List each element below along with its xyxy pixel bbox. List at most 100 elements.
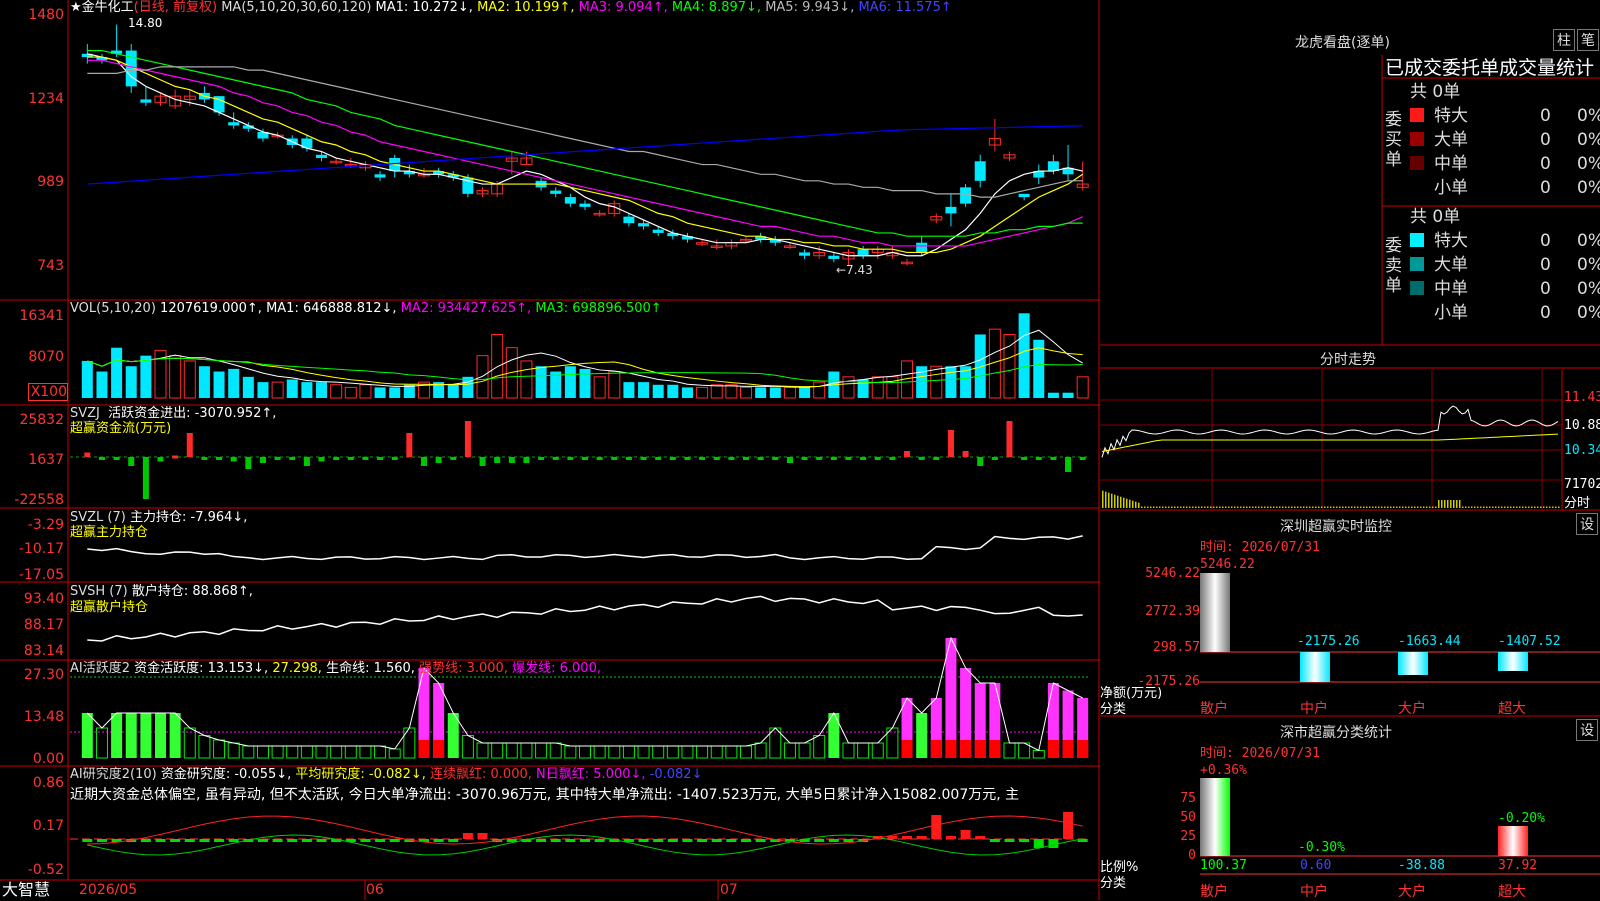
stock-title[interactable]: ★金牛化工 <box>70 0 134 15</box>
volume-bar <box>638 382 650 398</box>
order-pct: 0% <box>1577 231 1600 251</box>
fenshi-vol-bar <box>1219 506 1221 508</box>
ai2-bar <box>594 839 605 842</box>
fenshi-vol-bar <box>1360 506 1362 508</box>
sz1-settings-button[interactable]: 设 <box>1576 513 1598 535</box>
ai1-bar <box>549 742 562 759</box>
brand-label[interactable]: 大智慧 <box>2 880 50 900</box>
fenshi-vol-bar <box>1477 506 1479 508</box>
fenshi-vol-bar <box>1312 506 1314 508</box>
fenshi-vol-bar <box>1354 506 1356 508</box>
fenshi-vol-bar <box>1135 501 1137 508</box>
svzj-bar <box>640 457 647 460</box>
svzj-bar <box>904 451 911 457</box>
fenshi-vol-bar <box>1471 506 1473 508</box>
sz1-title: 深圳超赢实时监控 <box>1280 519 1392 535</box>
sz1-axis-3: 298.57 <box>1153 640 1200 655</box>
ai2-axis-3: -0.52 <box>27 862 64 878</box>
candle-body <box>623 216 635 224</box>
candle-body <box>916 242 928 253</box>
ai2-bar <box>945 836 956 839</box>
fenshi-vol-bar <box>1291 506 1293 508</box>
ai2-avg: 平均研究度: -0.082↓, <box>295 767 426 782</box>
color-swatch-icon <box>1410 257 1424 271</box>
svzj-label: 活跃资金进出: -3070.952↑, <box>108 406 277 421</box>
tick-mode-button[interactable]: 笔 <box>1577 29 1599 51</box>
ai1-bar <box>637 745 650 759</box>
svzj-bar <box>245 457 252 469</box>
order-row: 小单 0 0% <box>1410 301 1600 325</box>
ai2-bar <box>682 839 693 842</box>
ai1-bar <box>227 742 240 759</box>
fenshi-vol-bar <box>1336 506 1338 508</box>
ai2-bar <box>272 839 283 842</box>
svzj-bar <box>625 457 632 460</box>
ai1-bar <box>125 713 137 758</box>
ai2-bar <box>536 839 547 842</box>
fenshi-vol-bar <box>1207 506 1209 508</box>
volume-bar <box>1062 392 1074 398</box>
svzj-bar <box>450 457 457 460</box>
ai1-bar <box>344 745 357 759</box>
fenshi-vol-bar <box>1216 506 1218 508</box>
ai2-axis-1: 0.86 <box>32 775 64 791</box>
main-axis-1: 1480 <box>28 7 64 23</box>
ai1-bar <box>198 735 211 759</box>
fenshi-vol-bar <box>1519 506 1521 508</box>
svzj-bar <box>318 457 325 462</box>
ma1-line <box>87 53 1083 257</box>
sz1-bar-retail <box>1200 573 1230 652</box>
ai1-bar-base <box>433 740 445 758</box>
svzl-axis-2: -10.17 <box>18 541 64 557</box>
svsh-axis-2: 88.17 <box>23 617 64 633</box>
svzj-bar <box>582 457 588 460</box>
sz1-cat-2: 中户 <box>1300 701 1328 717</box>
fenshi-vol-bar <box>1525 506 1527 508</box>
fenshi-vol-bar <box>1483 506 1485 508</box>
fenshi-vol-bar <box>1306 506 1308 508</box>
order-type: 特大 <box>1434 106 1468 126</box>
main-header: ★金牛化工(日线, 前复权) MA(5,10,20,30,60,120) MA1… <box>70 0 952 16</box>
bar-mode-button[interactable]: 柱 <box>1553 29 1575 51</box>
svzj-bar <box>186 433 193 457</box>
svzj-bars <box>70 421 1090 499</box>
volume-bar <box>842 376 855 399</box>
fenshi-vol-bar <box>1258 506 1260 508</box>
fenshi-vol-bar <box>1444 500 1446 508</box>
ai1-bar <box>579 745 591 759</box>
svzj-bar <box>728 457 735 460</box>
svzl-axis-1: -3.29 <box>27 517 64 533</box>
svzj-bar <box>889 457 896 460</box>
fenshi-vol-bar <box>1546 506 1548 508</box>
fenshi-vol-bar <box>1147 506 1149 508</box>
ma5-value: MA5: 9.943↓, <box>765 0 855 15</box>
svzj-bar <box>713 457 720 460</box>
ai1-bar <box>710 745 723 759</box>
svzj-bar <box>947 430 954 457</box>
svzj-bar <box>362 457 369 460</box>
fenshi-vol-bar <box>1162 506 1164 508</box>
chart-area[interactable] <box>0 0 1100 900</box>
fenshi-vol-bar <box>1201 506 1203 508</box>
fenshi-vol-bar <box>1114 494 1116 508</box>
period-label[interactable]: (日线, 前复权) <box>134 0 217 15</box>
vol-ma2: MA2: 934427.625↑, <box>400 301 532 316</box>
fenshi-vol-bar <box>1516 506 1518 508</box>
sz2-cat-1: 散户 <box>1200 884 1228 900</box>
ai1-bar <box>520 742 533 759</box>
svzj-bar <box>860 457 867 460</box>
ai2-bar <box>653 839 664 842</box>
sz2-val-4: 37.92 <box>1498 858 1538 873</box>
fenshi-vol-bar <box>1387 506 1389 508</box>
svzj-bar <box>479 457 486 466</box>
ai2-bar <box>550 839 561 842</box>
ai2-bar <box>726 839 737 842</box>
sz2-settings-button[interactable]: 设 <box>1576 719 1598 741</box>
svzj-bar <box>684 457 691 460</box>
volume-bar <box>593 376 606 399</box>
fenshi-vol-bar <box>1414 506 1416 508</box>
svzj-bar <box>699 457 706 460</box>
color-swatch-icon <box>1410 132 1424 146</box>
volume-bar <box>183 360 196 399</box>
volume-bar <box>696 386 709 399</box>
